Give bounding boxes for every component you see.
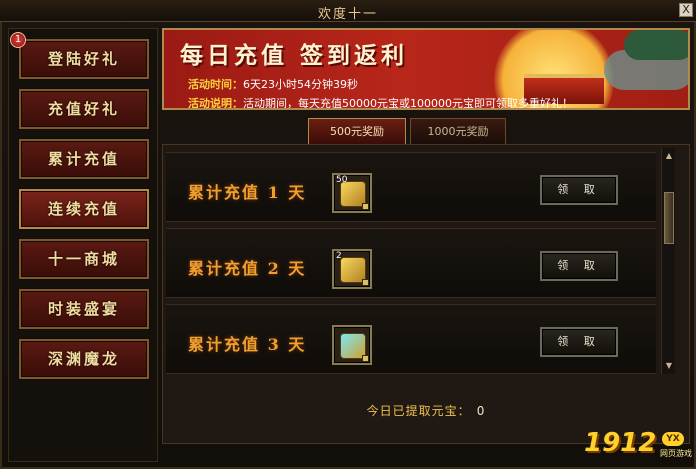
sidebar-item-label: 深渊魔龙 (47, 350, 120, 368)
today-withdrawn-label: 今日已提取元宝： (366, 404, 471, 418)
today-withdrawn: 今日已提取元宝： 0 (162, 402, 690, 419)
sidebar-item-label: 连续充值 (47, 200, 120, 218)
title-bar: 欢度十一 X (0, 0, 696, 22)
item-quantity: 50 (336, 175, 348, 185)
notification-badge: 1 (10, 32, 26, 48)
lock-icon (362, 355, 369, 362)
logo-badge: YX (662, 432, 684, 446)
claim-button[interactable]: 领 取 (540, 327, 618, 357)
event-time: 活动时间：6天23小时54分钟39秒 (188, 76, 358, 92)
event-description-value: 活动期间，每天充值50000元宝或100000元宝即可领取多重好礼！ (243, 97, 573, 110)
reward-item-slot[interactable]: 2 (332, 249, 372, 289)
sidebar-item-label: 十一商城 (47, 250, 120, 268)
sidebar-item-abyss-dragon[interactable]: 深渊魔龙 (19, 339, 149, 379)
event-description-label: 活动说明： (188, 97, 243, 110)
reward-item-slot[interactable] (332, 325, 372, 365)
window-title: 欢度十一 (317, 7, 378, 22)
event-banner: 每日充值 签到返利 活动时间：6天23小时54分钟39秒 活动说明：活动期间，每… (162, 28, 690, 110)
close-button[interactable]: X (679, 3, 693, 17)
scroll-up-icon[interactable]: ▲ (663, 150, 675, 162)
pine-decoration (624, 30, 688, 60)
banner-headline: 每日充值 签到返利 (180, 42, 409, 69)
event-time-value: 6天23小时54分钟39秒 (243, 78, 358, 91)
today-withdrawn-value: 0 (476, 404, 486, 418)
sidebar-item-recharge-gift[interactable]: 充值好礼 (19, 89, 149, 129)
sidebar-item-holiday-shop[interactable]: 十一商城 (19, 239, 149, 279)
lock-icon (362, 203, 369, 210)
sidebar-item-label: 累计充值 (47, 150, 120, 168)
sidebar-item-consecutive-recharge[interactable]: 连续充值 (19, 189, 149, 229)
item-quantity: 2 (336, 251, 342, 261)
claim-button[interactable]: 领 取 (540, 251, 618, 281)
tab-500-reward[interactable]: 500元奖励 (308, 118, 406, 144)
reward-row: 累计充值 2 天 2 领 取 (166, 228, 656, 298)
logo-number: 1912 (584, 428, 657, 458)
claim-button[interactable]: 领 取 (540, 175, 618, 205)
reward-row-label: 累计充值 3 天 (188, 335, 307, 354)
logo-subtitle: 网页游戏 (660, 449, 692, 458)
event-description: 活动说明：活动期间，每天充值50000元宝或100000元宝即可领取多重好礼！ (188, 95, 573, 110)
reward-row-label: 累计充值 2 天 (188, 259, 307, 278)
sidebar-item-login-gift[interactable]: 登陆好礼 (19, 39, 149, 79)
reward-row-label: 累计充值 1 天 (188, 183, 307, 202)
sidebar: 登陆好礼 充值好礼 累计充值 连续充值 十一商城 时装盛宴 深渊魔龙 (8, 28, 158, 462)
reward-list: 累计充值 1 天 50 领 取 累计充值 2 天 2 领 取 累计充值 3 天 … (166, 148, 656, 374)
reward-row: 累计充值 3 天 领 取 (166, 304, 656, 374)
reward-row: 累计充值 1 天 50 领 取 (166, 152, 656, 222)
tab-1000-reward[interactable]: 1000元奖励 (410, 118, 506, 144)
sidebar-item-fashion-feast[interactable]: 时装盛宴 (19, 289, 149, 329)
scrollbar[interactable]: ▲ ▼ (661, 148, 675, 374)
sidebar-item-label: 充值好礼 (47, 100, 120, 118)
sidebar-item-label: 时装盛宴 (47, 300, 120, 318)
site-logo: 1912 YX 网页游戏 (584, 428, 692, 464)
sidebar-item-cumulative-recharge[interactable]: 累计充值 (19, 139, 149, 179)
sidebar-item-label: 登陆好礼 (47, 50, 120, 68)
scroll-thumb[interactable] (664, 192, 674, 244)
event-time-label: 活动时间： (188, 78, 243, 91)
scroll-down-icon[interactable]: ▼ (663, 360, 675, 372)
reward-item-slot[interactable]: 50 (332, 173, 372, 213)
lock-icon (362, 279, 369, 286)
